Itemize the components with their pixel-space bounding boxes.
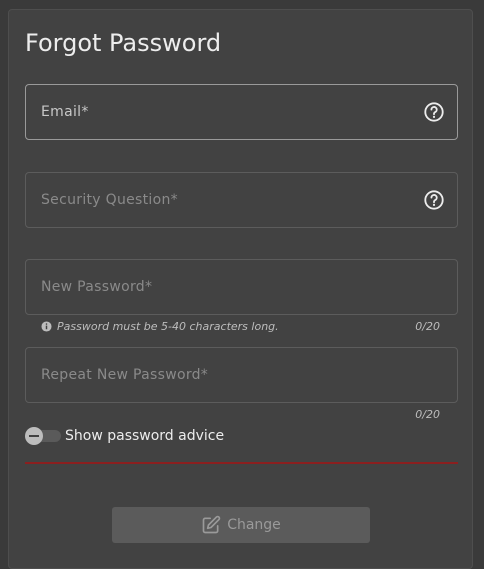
- password-advice-toggle[interactable]: Show password advice: [25, 426, 224, 446]
- toggle-label: Show password advice: [65, 428, 225, 444]
- security-question-label: Security Question*: [41, 192, 178, 208]
- password-hint: Password must be 5-40 characters long.: [41, 320, 279, 334]
- repeat-password-label: Repeat New Password*: [41, 367, 209, 383]
- toggle-knob[interactable]: [25, 427, 43, 445]
- toggle-switch[interactable]: [25, 427, 61, 445]
- repeat-password-field[interactable]: Repeat New Password*: [25, 347, 458, 403]
- change-button[interactable]: Change: [112, 507, 370, 543]
- new-password-field[interactable]: New Password*: [25, 259, 458, 315]
- forgot-password-card: Forgot Password Email* Security Question…: [8, 9, 473, 569]
- divider: [25, 462, 458, 464]
- password-hint-text: Password must be 5-40 characters long.: [57, 320, 279, 333]
- page-title: Forgot Password: [25, 29, 222, 57]
- repeat-password-counter: 0/20: [415, 408, 440, 421]
- new-password-label: New Password*: [41, 279, 153, 295]
- edit-icon: [202, 515, 221, 534]
- info-icon: [41, 321, 52, 332]
- help-circle-icon[interactable]: [423, 189, 445, 211]
- email-label: Email*: [41, 104, 89, 120]
- help-circle-icon[interactable]: [423, 101, 445, 123]
- change-button-label: Change: [227, 517, 281, 533]
- security-question-field[interactable]: Security Question*: [25, 172, 458, 228]
- new-password-counter: 0/20: [415, 320, 440, 333]
- email-field[interactable]: Email*: [25, 84, 458, 140]
